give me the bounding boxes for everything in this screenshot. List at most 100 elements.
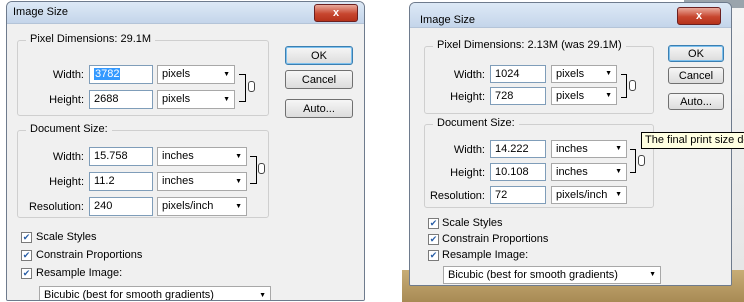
dropdown-arrow-icon: ▼ bbox=[615, 191, 622, 198]
checkmark-icon: ✔ bbox=[22, 268, 31, 278]
constrain-proportions-label: Constrain Proportions bbox=[36, 249, 143, 261]
resolution-label: Resolution: bbox=[28, 201, 84, 213]
pixel-width-unit-select[interactable]: pixels ▼ bbox=[157, 65, 235, 84]
constrain-proportions-label: Constrain Proportions bbox=[442, 233, 549, 245]
resample-method-value: Bicubic (best for smooth gradients) bbox=[448, 269, 618, 281]
doc-width-label: Width: bbox=[453, 144, 485, 156]
checkmark-icon: ✔ bbox=[22, 250, 31, 260]
cancel-button[interactable]: Cancel bbox=[285, 70, 353, 89]
doc-height-value: 11.2 bbox=[94, 175, 115, 187]
constrain-proportions-checkbox[interactable]: ✔ bbox=[21, 250, 32, 261]
dropdown-arrow-icon: ▼ bbox=[605, 92, 612, 99]
scale-styles-label: Scale Styles bbox=[36, 231, 97, 243]
pixel-height-unit-value: pixels bbox=[556, 90, 585, 102]
doc-width-unit-select[interactable]: inches ▼ bbox=[551, 140, 627, 158]
pixel-height-unit-value: pixels bbox=[162, 93, 191, 105]
doc-width-unit-value: inches bbox=[162, 150, 194, 162]
ok-button[interactable]: OK bbox=[285, 46, 353, 65]
pixel-width-input[interactable]: 1024 bbox=[490, 65, 546, 83]
chain-link-icon bbox=[258, 163, 265, 174]
resolution-input[interactable]: 72 bbox=[490, 186, 546, 204]
resample-image-label: Resample Image: bbox=[442, 249, 529, 261]
dropdown-arrow-icon: ▼ bbox=[235, 153, 242, 160]
close-icon: x bbox=[332, 6, 340, 19]
chain-link-icon bbox=[638, 155, 645, 166]
constrain-proportions-checkbox[interactable]: ✔ bbox=[428, 234, 439, 245]
checkmark-icon: ✔ bbox=[429, 234, 438, 244]
pixel-constrain-bracket bbox=[239, 74, 246, 102]
close-icon: x bbox=[695, 9, 703, 22]
dialog-body: Pixel Dimensions: 29.1M Width: 3782 pixe… bbox=[7, 24, 364, 300]
scale-styles-checkbox[interactable]: ✔ bbox=[21, 232, 32, 243]
doc-width-unit-value: inches bbox=[556, 143, 588, 155]
ok-button[interactable]: OK bbox=[668, 45, 724, 62]
resolution-input[interactable]: 240 bbox=[89, 197, 153, 216]
dropdown-arrow-icon: ▼ bbox=[235, 203, 242, 210]
document-size-legend: Document Size: bbox=[26, 123, 112, 135]
checkmark-icon: ✔ bbox=[429, 250, 438, 260]
doc-width-value: 15.758 bbox=[94, 150, 128, 162]
dialog-title: Image Size bbox=[420, 14, 476, 26]
dropdown-arrow-icon: ▼ bbox=[615, 168, 622, 175]
pixel-width-unit-select[interactable]: pixels ▼ bbox=[551, 65, 617, 83]
resolution-value: 240 bbox=[94, 200, 113, 212]
pixel-width-input[interactable]: 3782 bbox=[89, 65, 153, 84]
doc-height-unit-value: inches bbox=[162, 175, 194, 187]
dropdown-arrow-icon: ▼ bbox=[259, 292, 266, 299]
tooltip-text: The final print size depen bbox=[645, 134, 744, 146]
auto-button-label: Auto... bbox=[680, 95, 712, 108]
pixel-constrain-bracket bbox=[621, 74, 627, 98]
title-bar[interactable]: Image Size x bbox=[410, 3, 731, 28]
cancel-button[interactable]: Cancel bbox=[668, 67, 724, 84]
doc-width-input[interactable]: 15.758 bbox=[89, 147, 153, 166]
resample-method-value: Bicubic (best for smooth gradients) bbox=[44, 289, 214, 301]
close-button[interactable]: x bbox=[314, 4, 358, 22]
title-bar[interactable]: Image Size x bbox=[7, 2, 364, 24]
resolution-unit-select[interactable]: pixels/inch ▼ bbox=[157, 197, 247, 216]
doc-height-input[interactable]: 10.108 bbox=[490, 163, 546, 181]
pixel-dimensions-legend: Pixel Dimensions: 29.1M bbox=[26, 33, 156, 45]
pixel-height-input[interactable]: 728 bbox=[490, 87, 546, 105]
checkmark-icon: ✔ bbox=[429, 218, 438, 228]
close-button[interactable]: x bbox=[677, 7, 721, 25]
cancel-button-label: Cancel bbox=[301, 73, 337, 86]
resolution-unit-select[interactable]: pixels/inch ▼ bbox=[551, 186, 627, 204]
pixel-height-label: Height: bbox=[49, 94, 84, 106]
doc-height-unit-select[interactable]: inches ▼ bbox=[551, 163, 627, 181]
auto-button[interactable]: Auto... bbox=[668, 93, 724, 110]
pixel-width-value: 1024 bbox=[495, 68, 520, 80]
pixel-height-value: 2688 bbox=[94, 93, 119, 105]
dropdown-arrow-icon: ▼ bbox=[223, 96, 230, 103]
dropdown-arrow-icon: ▼ bbox=[649, 271, 656, 278]
resolution-label: Resolution: bbox=[429, 190, 485, 202]
dialog-title: Image Size bbox=[13, 6, 69, 18]
resolution-value: 72 bbox=[495, 189, 508, 201]
pixel-width-unit-value: pixels bbox=[162, 68, 191, 80]
resample-image-checkbox[interactable]: ✔ bbox=[21, 268, 32, 279]
dropdown-arrow-icon: ▼ bbox=[223, 71, 230, 78]
pixel-width-unit-value: pixels bbox=[556, 68, 585, 80]
doc-width-value: 14.222 bbox=[495, 143, 529, 155]
resample-image-label: Resample Image: bbox=[36, 267, 123, 279]
doc-height-label: Height: bbox=[49, 176, 84, 188]
auto-button[interactable]: Auto... bbox=[285, 99, 353, 118]
pixel-height-unit-select[interactable]: pixels ▼ bbox=[157, 90, 235, 109]
resample-method-select[interactable]: Bicubic (best for smooth gradients) ▼ bbox=[39, 286, 271, 301]
pixel-height-unit-select[interactable]: pixels ▼ bbox=[551, 87, 617, 105]
doc-width-unit-select[interactable]: inches ▼ bbox=[157, 147, 247, 166]
auto-button-label: Auto... bbox=[303, 102, 335, 115]
dropdown-arrow-icon: ▼ bbox=[605, 70, 612, 77]
pixel-width-label: Width: bbox=[52, 69, 84, 81]
doc-height-unit-select[interactable]: inches ▼ bbox=[157, 172, 247, 191]
pixel-height-input[interactable]: 2688 bbox=[89, 90, 153, 109]
resample-image-checkbox[interactable]: ✔ bbox=[428, 250, 439, 261]
resample-method-select[interactable]: Bicubic (best for smooth gradients) ▼ bbox=[443, 266, 661, 284]
doc-width-input[interactable]: 14.222 bbox=[490, 140, 546, 158]
cancel-button-label: Cancel bbox=[678, 69, 714, 82]
pixel-width-selected-text: 3782 bbox=[94, 68, 121, 80]
doc-constrain-bracket bbox=[250, 156, 257, 184]
chain-link-icon bbox=[248, 81, 255, 92]
scale-styles-label: Scale Styles bbox=[442, 217, 503, 229]
scale-styles-checkbox[interactable]: ✔ bbox=[428, 218, 439, 229]
doc-height-input[interactable]: 11.2 bbox=[89, 172, 153, 191]
